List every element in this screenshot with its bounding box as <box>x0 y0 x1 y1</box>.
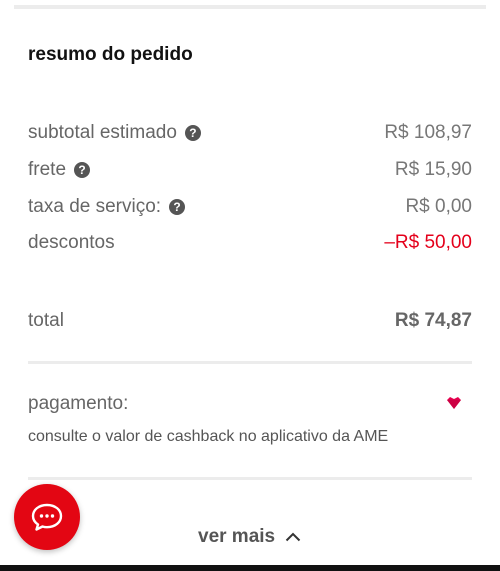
help-icon[interactable]: ? <box>169 199 186 215</box>
discount-row: descontos –R$ 50,00 <box>28 230 472 256</box>
service-fee-row: taxa de serviço: ? R$ 0,00 <box>28 194 472 220</box>
subtotal-row: subtotal estimado ? R$ 108,97 <box>28 120 472 146</box>
service-fee-value: R$ 0,00 <box>405 196 472 217</box>
chat-bubble-icon <box>31 503 63 531</box>
total-label: total <box>28 310 64 331</box>
discount-value: –R$ 50,00 <box>384 232 472 253</box>
see-more-button[interactable]: ver mais <box>198 526 301 548</box>
help-icon[interactable]: ? <box>184 125 201 141</box>
payment-label: pagamento: <box>28 393 129 414</box>
discount-label: descontos <box>28 232 115 253</box>
bottom-bar <box>0 565 500 571</box>
section-divider <box>28 477 472 480</box>
chat-button[interactable] <box>14 484 80 550</box>
section-title: resumo do pedido <box>28 44 193 65</box>
order-summary-page: resumo do pedido subtotal estimado ? R$ … <box>0 0 500 571</box>
total-value: R$ 74,87 <box>394 310 472 331</box>
see-more-label: ver mais <box>198 526 276 547</box>
ame-heart-icon <box>447 397 461 409</box>
chevron-up-icon <box>285 532 301 542</box>
shipping-row: frete ? R$ 15,90 <box>28 157 472 183</box>
section-divider <box>28 361 472 364</box>
cashback-info: consulte o valor de cashback no aplicati… <box>28 428 389 445</box>
shipping-value: R$ 15,90 <box>394 159 472 180</box>
help-icon[interactable]: ? <box>74 162 91 178</box>
subtotal-value: R$ 108,97 <box>384 122 472 143</box>
shipping-label: frete <box>28 159 67 180</box>
top-divider <box>14 5 486 9</box>
service-fee-label: taxa de serviço: <box>28 196 162 217</box>
total-row: total R$ 74,87 <box>28 308 472 334</box>
subtotal-label: subtotal estimado <box>28 122 177 143</box>
